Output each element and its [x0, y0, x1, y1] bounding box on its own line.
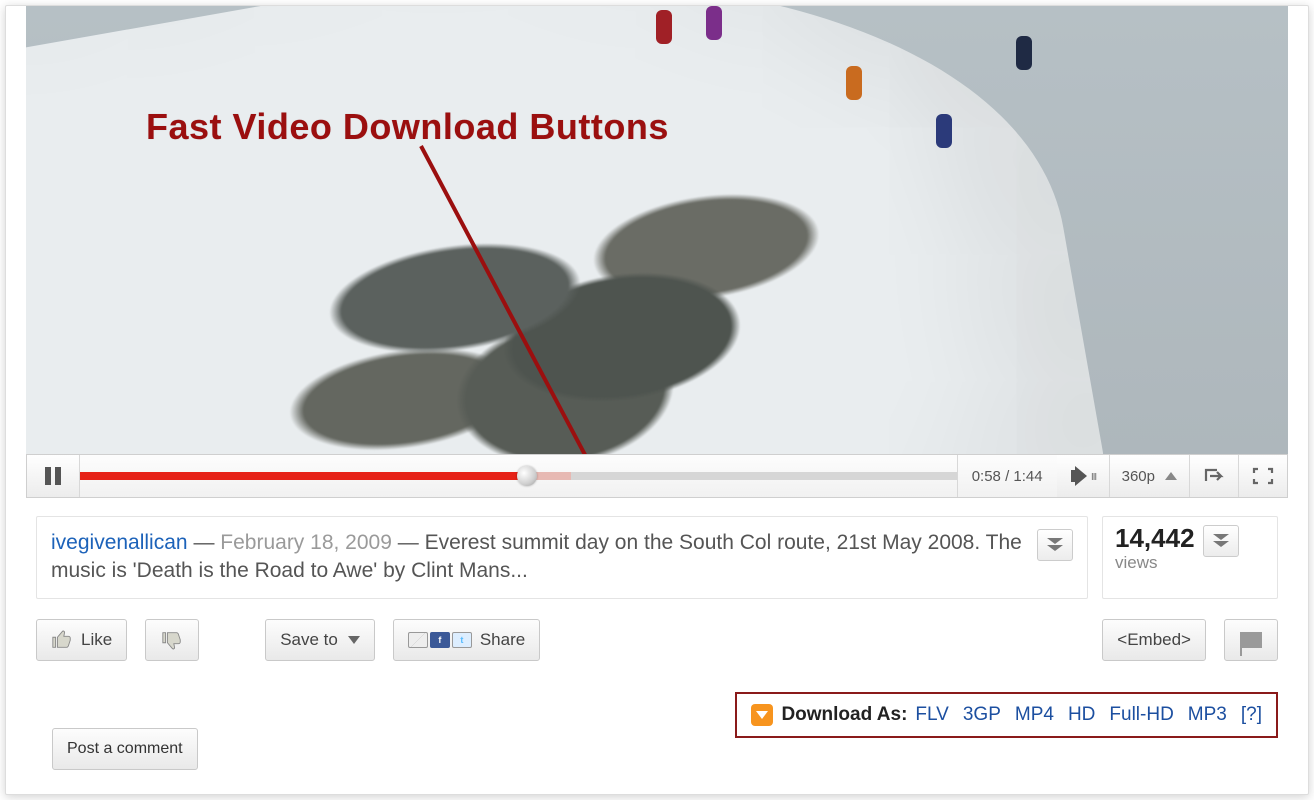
- upload-date: February 18, 2009: [220, 531, 392, 554]
- facebook-icon: f: [430, 632, 450, 648]
- download-format-help[interactable]: [?]: [1241, 704, 1262, 726]
- download-as-panel: Download As: FLV 3GP MP4 HD Full-HD MP3 …: [735, 692, 1278, 738]
- twitter-icon: t: [452, 632, 472, 648]
- time-display: 0:58 / 1:44: [957, 455, 1057, 497]
- like-label: Like: [81, 630, 112, 650]
- share-icons: f t: [408, 632, 472, 648]
- download-format-3gp[interactable]: 3GP: [963, 704, 1001, 726]
- download-as-label: Download As:: [781, 704, 907, 726]
- chevron-up-icon: [1165, 472, 1177, 480]
- volume-button[interactable]: ııı: [1057, 455, 1110, 497]
- save-to-button[interactable]: Save to: [265, 619, 375, 661]
- thumbs-down-icon: [161, 629, 183, 651]
- embed-label: <Embed>: [1117, 630, 1191, 650]
- popout-button[interactable]: [1190, 455, 1239, 497]
- post-comment-button[interactable]: Post a comment: [52, 728, 198, 770]
- player-control-bar: 0:58 / 1:44 ııı 360p: [26, 454, 1288, 498]
- download-format-hd[interactable]: HD: [1068, 704, 1095, 726]
- video-thumbnail: [26, 6, 1288, 454]
- download-format-fullhd[interactable]: Full-HD: [1109, 704, 1173, 726]
- quality-label: 360p: [1122, 468, 1155, 485]
- post-comment-label: Post a comment: [67, 740, 183, 758]
- download-icon: [751, 704, 773, 726]
- action-bar: Like Save to f t Share <Embed>: [36, 619, 1278, 661]
- expand-stats-button[interactable]: [1203, 525, 1239, 557]
- views-box: 14,442 views: [1102, 516, 1278, 599]
- chevron-down-icon: [348, 636, 360, 644]
- quality-selector[interactable]: 360p: [1110, 455, 1190, 497]
- views-label: views: [1115, 553, 1195, 573]
- chevron-double-down-icon: [1213, 534, 1229, 548]
- uploader-link[interactable]: ivegivenallican: [51, 531, 188, 554]
- seek-bar[interactable]: [80, 455, 957, 497]
- save-to-label: Save to: [280, 630, 338, 650]
- video-player-viewport[interactable]: Fast Video Download Buttons: [26, 6, 1288, 454]
- time-current: 0:58: [972, 468, 1001, 485]
- annotation-arrow: [26, 6, 1286, 454]
- dislike-button[interactable]: [145, 619, 199, 661]
- view-count: 14,442: [1115, 525, 1195, 551]
- download-format-mp4[interactable]: MP4: [1015, 704, 1054, 726]
- pause-button[interactable]: [27, 455, 80, 497]
- speaker-icon: ııı: [1071, 467, 1095, 485]
- share-label: Share: [480, 630, 525, 650]
- flag-icon: [1240, 632, 1262, 648]
- download-format-mp3[interactable]: MP3: [1188, 704, 1227, 726]
- embed-button[interactable]: <Embed>: [1102, 619, 1206, 661]
- download-format-flv[interactable]: FLV: [915, 704, 948, 726]
- expand-description-button[interactable]: [1037, 529, 1073, 561]
- fullscreen-button[interactable]: [1239, 455, 1287, 497]
- video-description-box: ivegivenallican — February 18, 2009 — Ev…: [36, 516, 1088, 599]
- like-button[interactable]: Like: [36, 619, 127, 661]
- thumbs-up-icon: [51, 629, 73, 651]
- annotation-label: Fast Video Download Buttons: [146, 106, 669, 148]
- share-button[interactable]: f t Share: [393, 619, 540, 661]
- chevron-double-down-icon: [1047, 538, 1063, 552]
- seek-knob[interactable]: [517, 466, 537, 486]
- email-icon: [408, 632, 428, 648]
- flag-button[interactable]: [1224, 619, 1278, 661]
- time-total: 1:44: [1013, 468, 1042, 485]
